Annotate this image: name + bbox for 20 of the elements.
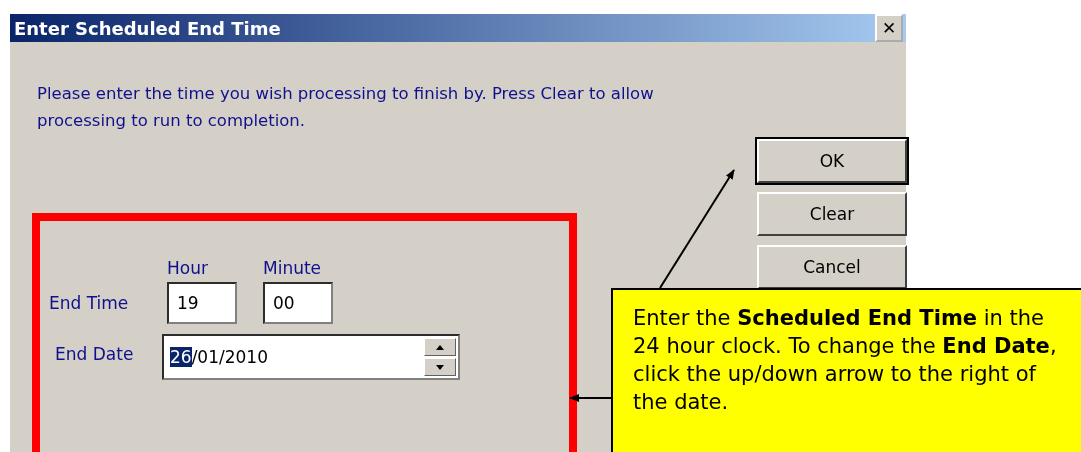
end-time-label: End Time xyxy=(49,293,130,313)
hour-heading: Hour xyxy=(167,258,209,278)
minute-field[interactable]: 00 xyxy=(263,282,333,324)
window-title: Enter Scheduled End Time xyxy=(14,17,281,39)
selected-date-text: 26 xyxy=(170,347,192,367)
spin-up-button[interactable] xyxy=(424,338,456,356)
close-button[interactable]: ✕ xyxy=(875,14,903,42)
date-text: /01/2010 xyxy=(191,347,268,367)
dialog-button[interactable]: OK xyxy=(757,139,907,183)
end-date-label: End Date xyxy=(55,344,135,364)
down-arrow-icon xyxy=(436,364,444,370)
date-field[interactable]: 26/01/2010 xyxy=(162,334,460,380)
hour-field[interactable]: 19 xyxy=(167,282,237,324)
dialog-button[interactable]: Clear xyxy=(757,192,907,236)
minute-heading: Minute xyxy=(263,258,323,278)
dialog-button[interactable]: Cancel xyxy=(757,245,907,289)
spin-down-button[interactable] xyxy=(424,358,456,376)
instruction-text: Please enter the time you wish processing to finish by. Press Clear to allow processing to run to completion. xyxy=(37,83,655,132)
callout-text: Enter the Scheduled End Time in the 24 hour clock. To change the End Date, click the up/down arrow to the right of the date. xyxy=(633,306,1057,414)
up-arrow-icon xyxy=(436,344,444,350)
